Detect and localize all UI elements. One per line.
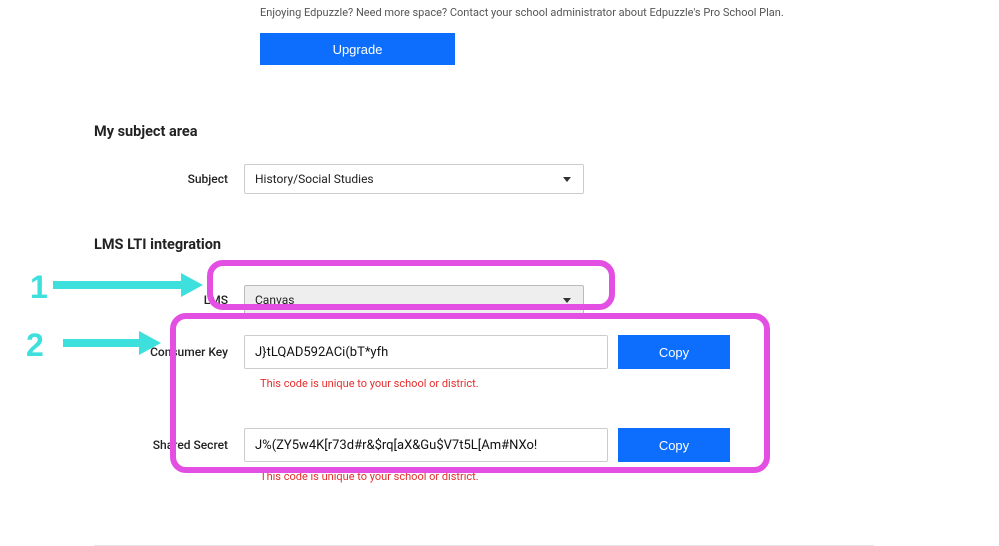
caret-down-icon	[563, 298, 571, 303]
consumer-key-hint: This code is unique to your school or di…	[260, 377, 894, 390]
consumer-key-label: Consumer Key	[94, 345, 244, 359]
lms-selected-value: Canvas	[255, 293, 294, 307]
subject-select[interactable]: History/Social Studies	[244, 164, 584, 194]
caret-down-icon	[563, 177, 571, 182]
annotation-step-number-2: 2	[26, 327, 44, 364]
consumer-key-input[interactable]	[244, 335, 608, 369]
upgrade-button[interactable]: Upgrade	[260, 33, 455, 65]
shared-secret-input[interactable]	[244, 428, 608, 462]
subject-selected-value: History/Social Studies	[255, 172, 374, 186]
annotation-step-number-1: 1	[30, 269, 48, 306]
shared-secret-row: Shared Secret Copy	[94, 428, 894, 462]
lti-integration-title: LMS LTI integration	[94, 236, 894, 253]
shared-secret-label: Shared Secret	[94, 438, 244, 452]
copy-shared-secret-button[interactable]: Copy	[618, 428, 730, 462]
copy-consumer-key-button[interactable]: Copy	[618, 335, 730, 369]
lms-select[interactable]: Canvas	[244, 285, 584, 315]
subject-row: Subject History/Social Studies	[94, 164, 894, 194]
shared-secret-hint: This code is unique to your school or di…	[260, 470, 894, 483]
lms-row: LMS Canvas	[94, 285, 894, 315]
subject-label: Subject	[94, 172, 244, 186]
subject-area-title: My subject area	[94, 123, 894, 140]
lms-label: LMS	[94, 293, 244, 307]
consumer-key-row: Consumer Key Copy	[94, 335, 894, 369]
promo-text: Enjoying Edpuzzle? Need more space? Cont…	[260, 6, 894, 19]
